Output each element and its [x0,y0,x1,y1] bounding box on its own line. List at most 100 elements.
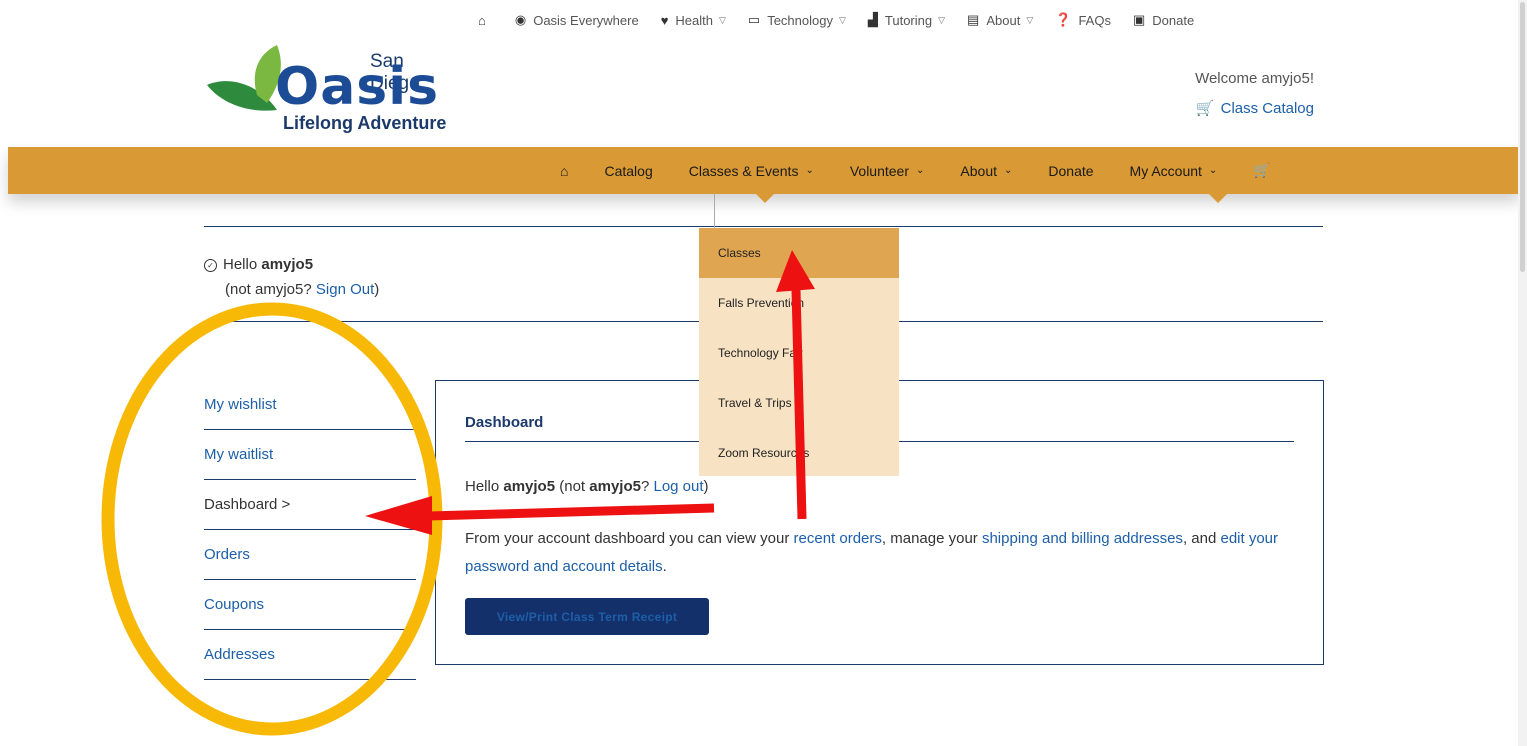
teacher-icon: ▟ [867,12,878,27]
chalkboard-icon: ▤ [967,12,980,27]
top-nav-faqs[interactable]: ❓ FAQs [1055,12,1111,28]
desc-text: . [662,558,667,575]
dropdown-item-classes[interactable]: Classes [699,228,899,278]
top-nav-home[interactable]: ⌂ [478,13,493,28]
dashboard-title: Dashboard [465,414,544,431]
account-greeting: ✓ Hello amyjo5 (not amyjo5? Sign Out) [204,252,379,302]
desc-text: , manage your [881,530,978,547]
desc-text: , and [1182,530,1217,547]
side-menu-dashboard[interactable]: Dashboard > [204,480,416,530]
close-paren: ) [374,281,380,298]
account-side-menu: My wishlist My waitlist Dashboard > Orde… [204,380,416,680]
scrollbar[interactable] [1518,0,1527,746]
top-nav-label: About [986,12,1021,28]
scrollbar-thumb[interactable] [1520,2,1525,272]
main-nav-bar: ⌂ Catalog Classes & Events ⌄ Volunteer ⌄ A… [8,147,1520,194]
main-nav-donate[interactable]: Donate [1048,163,1093,179]
home-icon: ⌂ [560,162,569,179]
main-nav-my-account[interactable]: My Account ⌄ [1130,163,1218,179]
desc-text: From your account dashboard you can view… [465,530,790,547]
main-nav-about[interactable]: About ⌄ [960,163,1012,179]
top-nav-donate[interactable]: ▣ Donate [1133,12,1194,28]
top-nav-label: Health [675,12,713,28]
main-nav-classes-events[interactable]: Classes & Events ⌄ [689,163,814,179]
top-nav-oasis-everywhere[interactable]: ◉ Oasis Everywhere [515,12,639,28]
divider [204,226,1323,227]
top-nav-label: Oasis Everywhere [533,12,639,28]
top-nav-about[interactable]: ▤ About ▽ [967,12,1033,28]
top-nav-label: Donate [1152,12,1195,28]
main-nav-label: Classes & Events [688,162,799,179]
top-nav-tutoring[interactable]: ▟ Tutoring ▽ [868,12,945,28]
top-nav-label: FAQs [1078,12,1111,28]
hello-username: amyjo5 [261,256,314,273]
main-nav-items: ⌂ Catalog Classes & Events ⌄ Volunteer ⌄ A… [560,147,1307,194]
cart-icon: 🛒 [1195,100,1215,117]
gift-icon: ▣ [1132,12,1146,27]
chevron-down-icon: ▽ [1026,14,1034,25]
welcome-message: Welcome amyjo5! [1195,70,1314,87]
side-menu-wishlist[interactable]: My wishlist [204,380,416,430]
main-nav-label: Donate [1048,162,1094,179]
side-menu-coupons[interactable]: Coupons [204,580,416,630]
sign-out-line: (not amyjo5? Sign Out) [204,277,379,302]
sign-out-link[interactable]: Sign Out [316,281,374,298]
dropdown-item-falls-prevention[interactable]: Falls Prevention [699,278,899,328]
logo-oasis: Oasis [275,57,440,117]
chevron-down-icon: ▽ [718,14,726,25]
top-utility-bar: ⌂ ◉ Oasis Everywhere ♥ Health ▽ ▭ Technology… [0,0,1527,44]
main-nav-label: Volunteer [849,162,910,179]
main-nav-label: Catalog [604,162,653,179]
logo-tagline: Lifelong Adventure [283,113,447,133]
main-nav-cart[interactable]: 🛒 [1253,162,1270,179]
main-nav-volunteer[interactable]: Volunteer ⌄ [850,163,925,179]
question-circle-icon: ❓ [1055,12,1072,27]
dropdown-item-travel-trips[interactable]: Travel & Trips [699,378,899,428]
greeting-line: ✓ Hello amyjo5 [204,252,379,277]
addresses-link[interactable]: shipping and billing addresses [982,530,1183,547]
account-menu-pointer [1208,193,1228,203]
chevron-down-icon: ⌄ [1208,165,1218,176]
dropdown-item-technology-fair[interactable]: Technology Fair [699,328,899,378]
main-nav-home[interactable]: ⌂ [560,163,568,179]
dashboard-hello: Hello amyjo5 (not amyjo5? Log out) [465,478,709,495]
chevron-down-icon: ⌄ [916,165,925,176]
laptop-icon: ▭ [747,12,761,27]
check-circle-icon: ✓ [204,259,217,272]
top-nav-health[interactable]: ♥ Health ▽ [661,13,726,28]
chevron-down-icon: ⌄ [1004,165,1013,176]
chevron-down-icon: ⌄ [805,165,814,176]
class-catalog-label: Class Catalog [1220,99,1314,117]
hello-username: amyjo5 [503,478,556,495]
side-menu-addresses[interactable]: Addresses [204,630,416,680]
main-nav-label: My Account [1129,162,1202,179]
not-text: (not [559,478,586,495]
site-logo[interactable]: San Diego Oasis Lifelong Adventure [205,45,450,140]
dropdown-item-zoom-resources[interactable]: Zoom Resources [699,428,899,478]
chevron-down-icon: ▽ [938,14,946,25]
not-user-text: (not amyjo5? [225,281,312,298]
top-utility-nav: ⌂ ◉ Oasis Everywhere ♥ Health ▽ ▭ Technology… [478,12,1216,28]
main-nav-catalog[interactable]: Catalog [604,163,652,179]
top-nav-technology[interactable]: ▭ Technology ▽ [748,12,846,28]
classes-menu-pointer [755,193,775,203]
class-catalog-link[interactable]: 🛒 Class Catalog [1195,99,1314,118]
home-icon: ⌂ [478,12,486,28]
chevron-down-icon: ▽ [838,14,846,25]
hello-text: Hello [465,478,500,495]
dashboard-description: From your account dashboard you can view… [465,525,1305,581]
classes-events-dropdown: Classes Falls Prevention Technology Fair… [699,228,899,476]
side-menu-orders[interactable]: Orders [204,530,416,580]
hello-prefix: Hello [223,256,258,273]
question-mark: ? [640,478,650,495]
not-username: amyjo5 [589,478,641,495]
side-menu-waitlist[interactable]: My waitlist [204,430,416,480]
view-print-receipt-button[interactable]: View/Print Class Term Receipt [465,598,709,635]
log-out-link[interactable]: Log out [653,478,703,495]
top-nav-label: Tutoring [884,12,933,28]
close-paren: ) [703,478,709,495]
cart-icon: 🛒 [1253,162,1271,178]
recent-orders-link[interactable]: recent orders [794,530,882,547]
heart-icon: ♥ [660,12,669,28]
globe-icon: ◉ [514,12,527,27]
